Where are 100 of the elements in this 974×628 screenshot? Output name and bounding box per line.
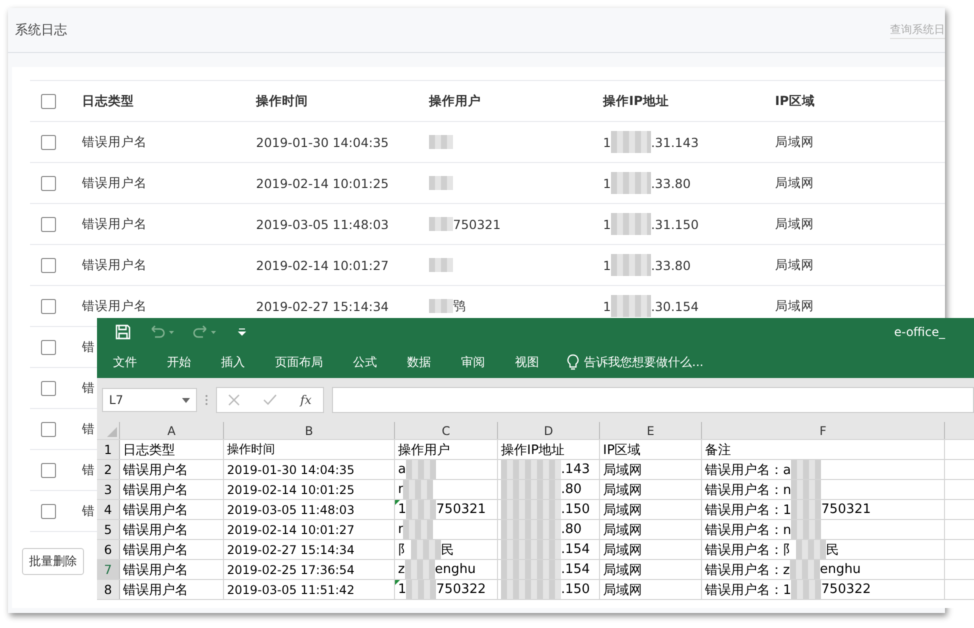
row-header[interactable]: 7 bbox=[97, 560, 120, 579]
cell-text: a bbox=[398, 462, 406, 477]
cell-text: 错误用户名：z bbox=[705, 562, 790, 578]
redaction-mosaic bbox=[501, 480, 561, 499]
cell-text: 错误用户名：a bbox=[705, 462, 791, 478]
cell-text: IP区域 bbox=[603, 442, 641, 458]
ribbon-tab[interactable]: 审阅 bbox=[461, 354, 485, 370]
table-cell-text: 错误用户名 bbox=[82, 298, 148, 314]
cell-text: 2019-02-25 17:36:54 bbox=[227, 562, 354, 576]
redaction-mosaic bbox=[501, 560, 561, 579]
cell-text: .150 bbox=[561, 502, 590, 517]
cell-text: .154 bbox=[561, 562, 590, 577]
cell-text: 2019-03-05 11:48:03 bbox=[227, 502, 354, 516]
redaction-mosaic bbox=[501, 520, 561, 539]
lightbulb-icon[interactable] bbox=[567, 354, 579, 370]
cell-text: 局域网 bbox=[603, 462, 642, 478]
checkbox[interactable] bbox=[41, 504, 56, 518]
table-cell-text: 2019-02-14 10:01:25 bbox=[256, 176, 390, 190]
name-box[interactable]: L7 bbox=[102, 388, 197, 412]
table-cell: .33.80 bbox=[650, 258, 691, 272]
bulk-delete-button[interactable]: 批量删除 bbox=[22, 548, 84, 575]
redaction-mosaic bbox=[791, 580, 822, 599]
cell-text: 日志类型 bbox=[123, 442, 175, 458]
search-field[interactable]: 查询系统日 bbox=[890, 22, 945, 38]
table-cell: 1 bbox=[603, 134, 611, 150]
tell-me-search[interactable]: 告诉我您想要做什么... bbox=[584, 354, 704, 370]
table-cell: 错 bbox=[82, 338, 95, 356]
checkbox[interactable] bbox=[41, 258, 56, 272]
cell-text: 操作时间 bbox=[227, 441, 275, 458]
save-icon[interactable] bbox=[115, 324, 131, 340]
column-header: 操作IP地址 bbox=[603, 92, 670, 110]
drag-handle-icon[interactable] bbox=[205, 394, 208, 406]
checkbox[interactable] bbox=[41, 422, 56, 436]
redaction-mosaic bbox=[429, 217, 453, 231]
ribbon-tab[interactable]: 视图 bbox=[515, 354, 539, 370]
row-header[interactable]: 1 bbox=[97, 440, 120, 459]
column-header[interactable]: C bbox=[395, 422, 498, 439]
cell-text: 750321 bbox=[821, 502, 871, 517]
redaction-mosaic bbox=[404, 560, 435, 579]
cell-text: 局域网 bbox=[603, 522, 642, 538]
table-cell-text: 错误用户名 bbox=[82, 256, 148, 274]
column-header[interactable]: B bbox=[224, 422, 395, 439]
table-cell: 错 bbox=[82, 380, 95, 396]
row-header[interactable]: 4 bbox=[97, 500, 120, 519]
formula-field[interactable] bbox=[332, 387, 974, 413]
cell-text: 2019-03-05 11:51:42 bbox=[227, 582, 354, 596]
checkbox[interactable] bbox=[41, 176, 56, 190]
customize-icon[interactable] bbox=[237, 326, 247, 338]
checkbox[interactable] bbox=[41, 134, 56, 150]
cell-text: enghu bbox=[434, 562, 476, 577]
ribbon-tab[interactable]: 开始 bbox=[167, 354, 191, 370]
cell-text: .80 bbox=[561, 522, 582, 537]
row-header[interactable]: 6 bbox=[97, 540, 120, 559]
table-cell: .31.143 bbox=[650, 134, 699, 150]
column-header[interactable]: A bbox=[120, 422, 224, 439]
cancel-icon[interactable] bbox=[228, 394, 240, 406]
row-header[interactable]: 5 bbox=[97, 520, 120, 539]
column-header[interactable]: E bbox=[600, 422, 702, 439]
redaction-mosaic bbox=[411, 540, 441, 559]
ribbon-tab[interactable]: 数据 bbox=[407, 354, 431, 370]
redaction-mosaic bbox=[501, 540, 561, 559]
cell-text: 1 bbox=[398, 502, 406, 517]
cell-text: r bbox=[398, 482, 404, 497]
checkbox[interactable] bbox=[41, 380, 56, 396]
checkbox[interactable] bbox=[41, 298, 56, 314]
row-header[interactable]: 3 bbox=[97, 480, 120, 499]
ribbon-tab[interactable]: 文件 bbox=[113, 354, 137, 370]
redaction-mosaic bbox=[406, 500, 436, 519]
cell-text: 750322 bbox=[821, 582, 871, 597]
column-header: 操作时间 bbox=[256, 92, 309, 110]
cell-text: 错误用户名：阝 bbox=[705, 542, 796, 558]
window-title: e-office_ bbox=[894, 325, 945, 339]
row-header[interactable]: 2 bbox=[97, 460, 120, 479]
redaction-mosaic bbox=[429, 176, 453, 190]
cell-text: 备注 bbox=[705, 442, 731, 458]
table-cell: 1 bbox=[603, 216, 611, 232]
checkbox[interactable] bbox=[41, 340, 56, 354]
redo-icon[interactable] bbox=[193, 325, 219, 339]
ribbon-tab[interactable]: 插入 bbox=[221, 354, 245, 370]
checkbox[interactable] bbox=[41, 462, 56, 478]
table-cell-text: 局域网 bbox=[775, 216, 815, 232]
cell-text: 阝 bbox=[398, 542, 411, 558]
ribbon-tab[interactable]: 页面布局 bbox=[275, 354, 323, 370]
checkbox[interactable] bbox=[41, 216, 56, 232]
cell-text: 民 bbox=[826, 542, 839, 558]
cell-text: 操作IP地址 bbox=[501, 442, 565, 458]
table-cell-text: 局域网 bbox=[775, 256, 815, 274]
table-cell-text: 局域网 bbox=[775, 174, 815, 192]
column-header[interactable]: F bbox=[702, 422, 945, 439]
ribbon-tab[interactable]: 公式 bbox=[353, 354, 377, 370]
undo-icon[interactable] bbox=[149, 325, 175, 339]
check-icon[interactable] bbox=[263, 394, 278, 406]
checkbox[interactable] bbox=[41, 94, 56, 108]
row-header[interactable]: 8 bbox=[97, 580, 120, 599]
table-cell: 1 bbox=[603, 258, 611, 272]
insert-function-button[interactable]: fx bbox=[300, 393, 312, 407]
redaction-mosaic bbox=[429, 299, 453, 313]
column-header[interactable]: D bbox=[498, 422, 600, 439]
cell-text: 局域网 bbox=[603, 542, 642, 558]
table-cell-text: 局域网 bbox=[775, 298, 815, 314]
